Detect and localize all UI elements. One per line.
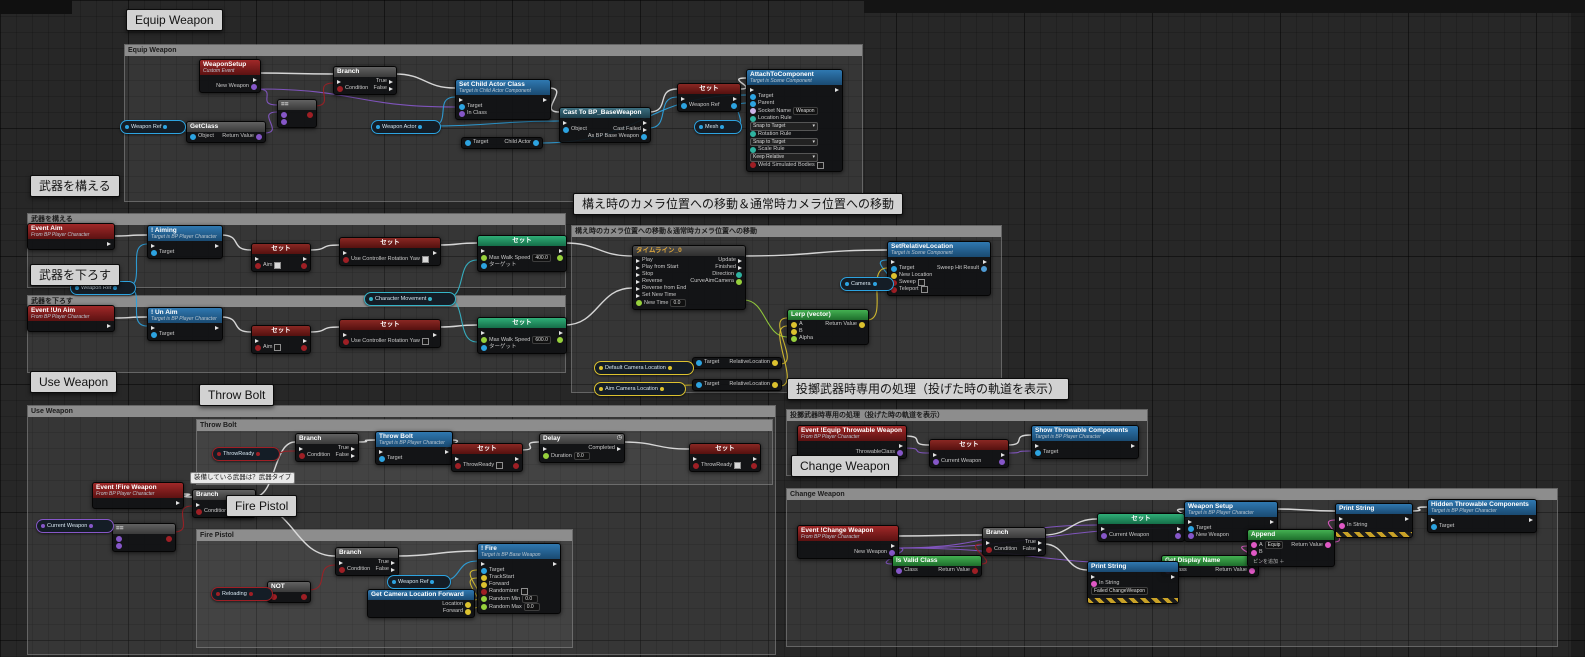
top-right-panel <box>864 0 1585 13</box>
top-left-panel <box>0 0 72 14</box>
blueprint-graph-canvas[interactable]: Equip Weapon 武器を構える 武器を下ろす 構え時のカメラ位置への移動＆通常… <box>0 0 1585 657</box>
right-edge-shade <box>1571 13 1585 657</box>
chrome-layer <box>0 0 1585 657</box>
